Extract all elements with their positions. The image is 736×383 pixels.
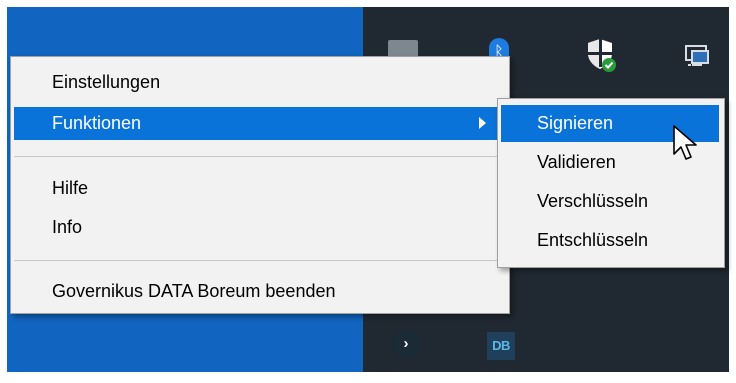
menu-item-einstellungen[interactable]: Einstellungen xyxy=(14,66,504,99)
data-boreum-icon[interactable]: DB xyxy=(487,332,515,360)
menu-item-label: Info xyxy=(52,217,83,237)
menu-item-label: Funktionen xyxy=(52,113,142,133)
mouse-pointer-icon xyxy=(672,124,706,166)
menu-item-funktionen[interactable]: Funktionen xyxy=(14,107,504,140)
chevron-right-icon xyxy=(479,117,486,129)
menu-separator xyxy=(14,260,504,261)
submenu-item-label: Signieren xyxy=(537,113,614,133)
submenu-item-label: Validieren xyxy=(537,152,616,172)
menu-item-label: Einstellungen xyxy=(52,72,161,92)
menu-item-beenden[interactable]: Governikus DATA Boreum beenden xyxy=(14,275,504,308)
submenu-item-entschluesseln[interactable]: Entschlüsseln xyxy=(501,222,719,259)
menu-item-label: Hilfe xyxy=(52,178,89,198)
menu-item-info[interactable]: Info xyxy=(14,211,504,244)
submenu-item-label: Verschlüsseln xyxy=(537,191,649,211)
menu-item-label: Governikus DATA Boreum beenden xyxy=(52,281,336,301)
submenu-item-label: Entschlüsseln xyxy=(537,230,649,250)
remote-desktop-icon[interactable] xyxy=(684,43,712,71)
context-menu: Einstellungen Funktionen Hilfe Info Gove… xyxy=(10,56,510,314)
security-shield-icon[interactable] xyxy=(586,37,618,73)
submenu-item-verschluesseln[interactable]: Verschlüsseln xyxy=(501,183,719,220)
menu-item-hilfe[interactable]: Hilfe xyxy=(14,172,504,205)
menu-separator xyxy=(14,156,504,157)
arrow-app-icon[interactable]: › xyxy=(392,330,420,358)
